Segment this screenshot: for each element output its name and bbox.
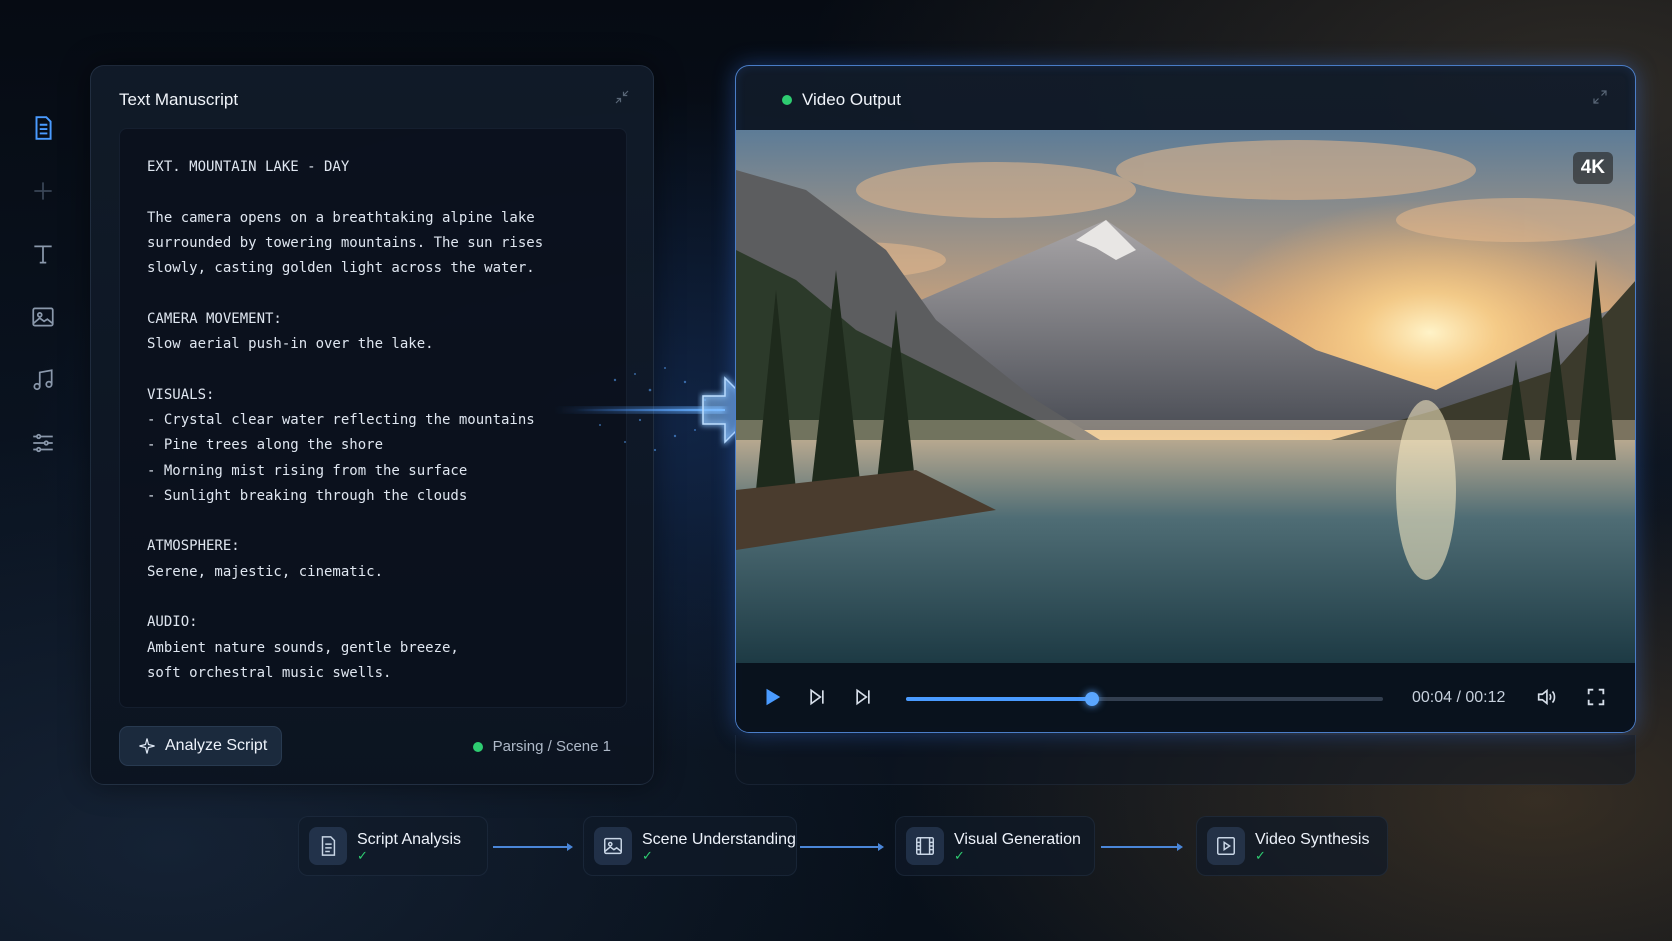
music-icon bbox=[33, 369, 53, 391]
sliders-icon bbox=[33, 433, 53, 453]
script-line: - Pine trees along the shore bbox=[147, 437, 384, 454]
status-dot bbox=[472, 741, 483, 752]
script-line: slowly, casting golden light across the … bbox=[147, 260, 535, 277]
skip-next-icon bbox=[810, 688, 824, 706]
pipeline-step-scene-understanding[interactable]: Scene Understanding ✓ bbox=[583, 816, 797, 876]
volume-icon bbox=[1537, 688, 1556, 706]
player-controls: 00:04 / 00:12 bbox=[736, 663, 1635, 732]
check-icon: ✓ bbox=[1255, 847, 1266, 863]
skip-end-button[interactable] bbox=[849, 683, 877, 711]
step-icon-wrap bbox=[906, 827, 944, 865]
volume-button[interactable] bbox=[1532, 683, 1560, 711]
live-indicator bbox=[782, 95, 792, 105]
script-line bbox=[147, 180, 599, 205]
expand-icon[interactable] bbox=[1591, 88, 1609, 106]
pipeline-connector bbox=[800, 843, 884, 851]
script-line: soft orchestral music swells. bbox=[147, 664, 392, 681]
step-label: Video Synthesis bbox=[1255, 830, 1370, 848]
progress-fill bbox=[906, 697, 1093, 701]
sidebar-item-image[interactable] bbox=[20, 294, 66, 340]
script-line bbox=[147, 509, 599, 534]
pipeline-connector bbox=[1101, 843, 1183, 851]
progress-thumb[interactable] bbox=[1085, 692, 1100, 706]
script-line: - Morning mist rising from the surface bbox=[147, 462, 468, 479]
script-line: - Sunlight breaking through the clouds bbox=[147, 487, 468, 504]
step-label: Scene Understanding bbox=[642, 830, 796, 848]
plus-icon bbox=[34, 182, 52, 200]
script-line: AUDIO: bbox=[147, 614, 198, 631]
timecode: 00:04 / 00:12 bbox=[1412, 689, 1506, 706]
script-line: EXT. MOUNTAIN LAKE - DAY bbox=[147, 159, 350, 175]
script-line: - Crystal clear water reflecting the mou… bbox=[147, 411, 535, 428]
image-icon bbox=[32, 307, 54, 327]
progress-bar[interactable] bbox=[906, 692, 1383, 706]
script-line bbox=[147, 281, 599, 306]
check-icon: ✓ bbox=[954, 847, 965, 863]
sidebar-item-add[interactable] bbox=[20, 168, 66, 214]
sparkle-icon bbox=[139, 738, 155, 754]
script-line: VISUALS: bbox=[147, 386, 215, 403]
script-line: ATMOSPHERE: bbox=[147, 538, 240, 555]
sidebar-item-document[interactable] bbox=[20, 105, 66, 151]
check-icon: ✓ bbox=[642, 847, 653, 863]
script-line bbox=[147, 585, 599, 610]
resolution-badge: 4K bbox=[1572, 152, 1613, 184]
play-icon bbox=[766, 688, 781, 706]
step-icon-wrap bbox=[594, 827, 632, 865]
analyze-script-label: Analyze Script bbox=[165, 737, 268, 754]
step-icon-wrap bbox=[309, 827, 347, 865]
panel-title: Text Manuscript bbox=[119, 90, 239, 109]
pipeline-step-script-analysis[interactable]: Script Analysis ✓ bbox=[298, 816, 488, 876]
script-text-area[interactable]: EXT. MOUNTAIN LAKE - DAY The camera open… bbox=[119, 128, 627, 708]
manuscript-panel: Text Manuscript EXT. MOUNTAIN LAKE - DAY… bbox=[90, 65, 654, 785]
script-line: CAMERA MOVEMENT: bbox=[147, 310, 282, 327]
script-line: Ambient nature sounds, gentle breeze, bbox=[147, 639, 459, 656]
step-label: Visual Generation bbox=[954, 830, 1081, 848]
video-output-panel: Video Output 4K 00:04 / 00:12 bbox=[735, 65, 1636, 733]
next-frame-button[interactable] bbox=[803, 683, 831, 711]
step-icon-wrap bbox=[1207, 827, 1245, 865]
script-line: Slow aerial push-in over the lake. bbox=[147, 336, 434, 353]
play-icon bbox=[1217, 837, 1235, 855]
collapse-icon[interactable] bbox=[613, 88, 631, 106]
check-icon: ✓ bbox=[357, 847, 368, 863]
fullscreen-icon bbox=[1587, 688, 1605, 706]
analyze-script-button[interactable]: Analyze Script bbox=[119, 726, 282, 766]
play-button[interactable] bbox=[758, 683, 786, 711]
pipeline-step-visual-generation[interactable]: Visual Generation ✓ bbox=[895, 816, 1095, 876]
video-frame bbox=[736, 130, 1635, 663]
pipeline-step-video-synthesis[interactable]: Video Synthesis ✓ bbox=[1196, 816, 1388, 876]
tool-sidebar bbox=[20, 105, 66, 483]
script-line: Serene, majestic, cinematic. bbox=[147, 563, 384, 580]
sidebar-item-settings[interactable] bbox=[20, 420, 66, 466]
sidebar-item-music[interactable] bbox=[20, 357, 66, 403]
film-icon bbox=[916, 837, 934, 855]
parsing-status: Parsing / Scene 1 bbox=[472, 738, 611, 755]
skip-end-icon bbox=[856, 688, 870, 706]
status-text: Parsing / Scene 1 bbox=[492, 738, 611, 755]
image-icon bbox=[604, 837, 622, 855]
document-icon bbox=[35, 116, 52, 140]
document-icon bbox=[321, 836, 336, 856]
sidebar-item-text[interactable] bbox=[20, 231, 66, 277]
video-title: Video Output bbox=[782, 90, 901, 110]
script-line: The camera opens on a breathtaking alpin… bbox=[147, 209, 535, 226]
pipeline-connector bbox=[493, 843, 573, 851]
script-line bbox=[147, 357, 599, 382]
video-panel-footer bbox=[735, 735, 1636, 785]
video-title-text: Video Output bbox=[802, 90, 901, 109]
step-label: Script Analysis bbox=[357, 830, 462, 848]
script-line: surrounded by towering mountains. The su… bbox=[147, 234, 544, 251]
text-icon bbox=[34, 245, 52, 264]
fullscreen-button[interactable] bbox=[1582, 683, 1610, 711]
